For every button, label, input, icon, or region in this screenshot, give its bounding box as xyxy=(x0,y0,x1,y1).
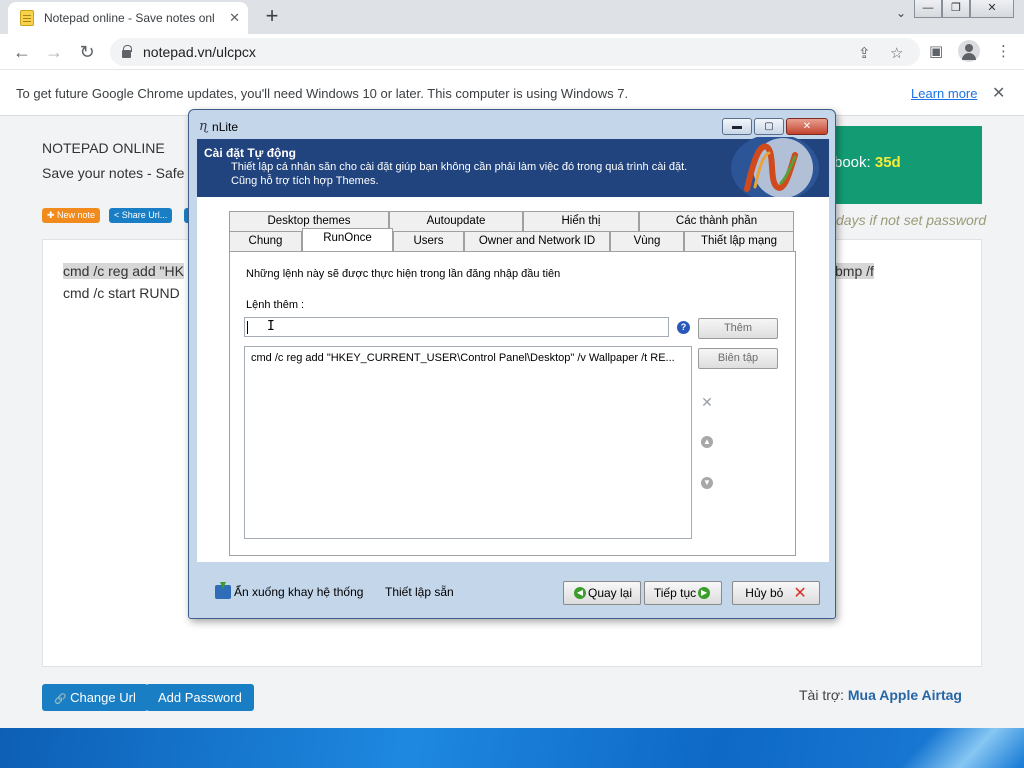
tab-strip: Notepad online - Save notes onl ✕ + ⌄ — … xyxy=(0,0,1024,34)
tab-components[interactable]: Các thành phần xyxy=(639,211,794,231)
next-button[interactable]: Tiếp tục ▶ xyxy=(644,581,722,605)
address-bar[interactable]: notepad.vn/ulcpcx xyxy=(110,38,920,66)
tab-general[interactable]: Chung xyxy=(229,231,302,251)
runonce-panel: Những lệnh này sẽ được thực hiện trong l… xyxy=(229,251,796,556)
minimize-to-tray-button[interactable]: Ẩn xuống khay hệ thống xyxy=(215,582,364,599)
banner-description-2: Cũng hỗ trợ tích hợp Themes. xyxy=(231,175,379,187)
nlite-logo-icon xyxy=(731,137,819,199)
ibeam-cursor-icon: I xyxy=(267,319,275,334)
back-button[interactable]: ← xyxy=(10,40,34,64)
tray-icon xyxy=(215,582,231,599)
next-label: Tiếp tục xyxy=(653,586,697,600)
tab-display[interactable]: Hiển thị xyxy=(523,211,639,231)
runonce-info-text: Những lệnh này sẽ được thực hiện trong l… xyxy=(246,268,561,280)
cancel-button[interactable]: Hủy bỏ ✕ xyxy=(732,581,820,605)
tab-users[interactable]: Users xyxy=(393,231,464,251)
nlite-app-icon: ɳ xyxy=(199,119,209,134)
cancel-label: Hủy bỏ xyxy=(745,586,784,600)
add-command-label: Lệnh thêm : xyxy=(246,299,305,311)
window-controls: — ❐ ✕ xyxy=(914,0,1014,18)
add-button[interactable]: Thêm xyxy=(698,318,778,339)
sponsor-link[interactable]: Mua Apple Airtag xyxy=(848,687,962,703)
share-url-button[interactable]: < Share Url... xyxy=(109,208,173,223)
command-list[interactable]: cmd /c reg add "HKEY_CURRENT_USER\Contro… xyxy=(244,346,692,539)
dialog-titlebar[interactable]: ɳ nLite xyxy=(199,119,238,134)
change-url-label: Change Url xyxy=(70,690,136,705)
presets-button[interactable]: Thiết lập sẵn xyxy=(385,585,454,599)
learn-more-link[interactable]: Learn more xyxy=(911,86,977,101)
back-arrow-icon: ◀ xyxy=(573,587,586,599)
tab-region[interactable]: Vùng xyxy=(610,231,684,251)
delete-icon[interactable]: ✕ xyxy=(700,395,714,409)
editor-line-1-end[interactable]: bmp /f xyxy=(835,263,874,279)
new-note-button[interactable]: ✚ New note xyxy=(42,208,101,223)
dialog-body: Desktop themes Autoupdate Hiển thị Các t… xyxy=(197,197,829,562)
notepad-favicon-icon xyxy=(20,10,34,26)
sponsor-label: Tài trợ: xyxy=(799,687,844,703)
chrome-menu-icon[interactable]: ⋮ xyxy=(996,42,1011,60)
editor-line-2[interactable]: cmd /c start RUND xyxy=(63,285,180,301)
sponsor-text: Tài trợ: Mua Apple Airtag xyxy=(799,687,962,703)
infobar-message: To get future Google Chrome updates, you… xyxy=(16,86,629,101)
dialog-caption-buttons: ▬ ▢ ✕ xyxy=(720,118,828,135)
back-dialog-button[interactable]: ◀ Quay lại xyxy=(563,581,641,605)
list-item[interactable]: cmd /c reg add "HKEY_CURRENT_USER\Contro… xyxy=(251,352,675,364)
editor-line-1[interactable]: cmd /c reg add "HK xyxy=(63,263,184,279)
infobar-close-icon[interactable]: ✕ xyxy=(992,83,1005,103)
text-caret xyxy=(247,321,248,334)
tab-close-icon[interactable]: ✕ xyxy=(229,10,240,26)
edit-button[interactable]: Biên tập xyxy=(698,348,778,369)
dialog-title: nLite xyxy=(212,119,239,134)
help-icon[interactable]: ? xyxy=(677,321,690,334)
site-title: NOTEPAD ONLINE xyxy=(42,140,165,156)
window-maximize-button[interactable]: ❐ xyxy=(942,0,970,18)
next-arrow-icon: ▶ xyxy=(698,587,711,599)
dialog-footer: Ẩn xuống khay hệ thống Thiết lập sẵn ◀ Q… xyxy=(197,562,829,612)
ad-banner[interactable]: book: 35d xyxy=(828,126,982,204)
move-down-icon[interactable]: ▼ xyxy=(701,477,713,489)
browser-toolbar: ← → ↻ notepad.vn/ulcpcx ⇪ ☆ ▣ ⋮ xyxy=(0,34,1024,70)
window-minimize-button[interactable]: — xyxy=(914,0,942,18)
nlite-dialog: ɳ nLite ▬ ▢ ✕ Cài đặt Tự động Thiết lập … xyxy=(188,109,836,619)
windows-desktop xyxy=(0,728,1024,768)
tab-network-settings[interactable]: Thiết lập mạng xyxy=(684,231,794,251)
ad-text: book: 35d xyxy=(834,154,901,171)
desktop-light-beam xyxy=(861,728,1024,768)
banner-heading: Cài đặt Tự động xyxy=(204,146,297,160)
dialog-maximize-button[interactable]: ▢ xyxy=(754,118,784,135)
profile-avatar-icon[interactable] xyxy=(958,40,980,62)
password-hint: days if not set password xyxy=(836,212,987,228)
reload-button[interactable]: ↻ xyxy=(75,40,99,64)
move-up-icon[interactable]: ▲ xyxy=(701,436,713,448)
cancel-x-icon: ✕ xyxy=(793,585,807,602)
site-subtitle: Save your notes - Safe xyxy=(42,165,185,181)
share-icon[interactable]: ⇪ xyxy=(858,44,871,62)
add-command-input[interactable] xyxy=(244,317,669,337)
side-panel-icon[interactable]: ▣ xyxy=(929,42,943,60)
lock-icon[interactable] xyxy=(122,45,132,58)
minimize-to-tray-label: Ẩn xuống khay hệ thống xyxy=(234,585,364,599)
browser-tab[interactable]: Notepad online - Save notes onl ✕ xyxy=(8,2,248,34)
bookmark-star-icon[interactable]: ☆ xyxy=(890,44,903,62)
tab-owner-network-id[interactable]: Owner and Network ID xyxy=(464,231,610,251)
address-url[interactable]: notepad.vn/ulcpcx xyxy=(143,44,256,60)
dialog-header-banner: Cài đặt Tự động Thiết lập cá nhân săn ch… xyxy=(197,137,829,199)
back-label: Quay lại xyxy=(587,586,633,600)
tab-runonce[interactable]: RunOnce xyxy=(302,228,393,251)
tab-search-icon[interactable]: ⌄ xyxy=(896,6,906,20)
forward-button[interactable]: → xyxy=(42,40,66,64)
link-icon: 🔗 xyxy=(54,694,67,705)
tab-autoupdate[interactable]: Autoupdate xyxy=(389,211,523,231)
banner-description-1: Thiết lập cá nhân săn cho cài đặt giúp b… xyxy=(231,161,688,173)
dialog-close-button[interactable]: ✕ xyxy=(786,118,828,135)
new-tab-button[interactable]: + xyxy=(260,4,284,28)
dialog-minimize-button[interactable]: ▬ xyxy=(722,118,752,135)
window-close-button[interactable]: ✕ xyxy=(970,0,1014,18)
add-password-button[interactable]: Add Password xyxy=(146,684,254,711)
change-url-button[interactable]: 🔗 Change Url xyxy=(42,684,148,711)
tab-title: Notepad online - Save notes onl xyxy=(43,11,215,25)
